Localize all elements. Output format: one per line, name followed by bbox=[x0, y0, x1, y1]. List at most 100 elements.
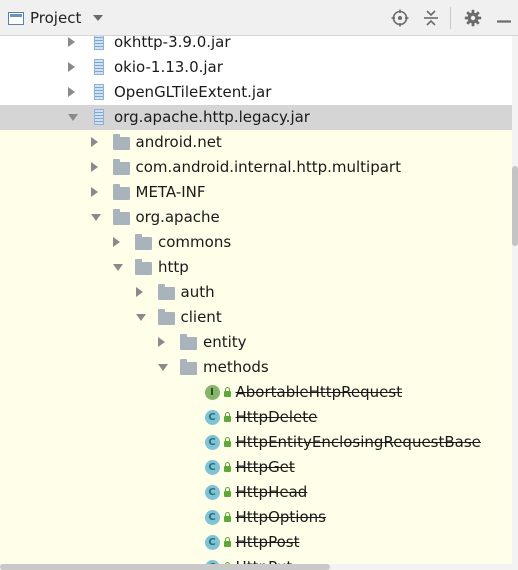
expand-arrow-down-icon[interactable] bbox=[90, 214, 101, 221]
hide-icon bbox=[497, 20, 511, 23]
jar-icon bbox=[94, 59, 104, 75]
project-tree[interactable]: okhttp-3.9.0.jar okio-1.13.0.jar OpenGLTil… bbox=[0, 36, 512, 566]
class-icon: C bbox=[204, 485, 220, 500]
tree-item-label: okio-1.13.0.jar bbox=[114, 58, 223, 76]
tree-row[interactable]: org.apache.http.legacy.jar bbox=[0, 105, 512, 130]
tree-item-label: okhttp-3.9.0.jar bbox=[114, 36, 231, 51]
tree-item-label: http bbox=[158, 258, 189, 276]
tree-row[interactable]: OpenGLTileExtent.jar bbox=[0, 80, 512, 105]
tree-item-label: client bbox=[180, 308, 222, 326]
gear-icon bbox=[464, 9, 482, 27]
tree-row[interactable]: http bbox=[0, 255, 512, 280]
horizontal-scrollbar-thumb[interactable] bbox=[0, 564, 330, 570]
expand-arrow-down-icon[interactable] bbox=[135, 314, 146, 321]
class-icon: C bbox=[204, 410, 220, 425]
tree-row[interactable]: org.apache bbox=[0, 205, 512, 230]
lock-icon bbox=[223, 387, 231, 397]
tree-row[interactable]: C HttpPost bbox=[0, 530, 512, 555]
jar-icon bbox=[94, 84, 104, 100]
tree-item-label: META-INF bbox=[135, 183, 206, 201]
tree-row[interactable]: android.net bbox=[0, 130, 512, 155]
tree-item-label: HttpPost bbox=[235, 533, 300, 551]
tree-item-label: HttpEntityEnclosingRequestBase bbox=[235, 433, 481, 451]
tree-row[interactable]: C HttpEntityEnclosingRequestBase bbox=[0, 430, 512, 455]
lock-icon bbox=[223, 487, 231, 497]
chevron-down-icon[interactable] bbox=[93, 15, 104, 21]
folder-icon bbox=[157, 284, 175, 300]
tree-item-label: commons bbox=[158, 233, 232, 251]
expand-arrow-right-icon[interactable] bbox=[90, 162, 98, 172]
lock-icon bbox=[223, 537, 231, 547]
folder-icon bbox=[157, 309, 175, 325]
folder-icon bbox=[112, 134, 130, 150]
tree-item-label: HttpDelete bbox=[235, 408, 318, 426]
class-icon: C bbox=[204, 510, 220, 525]
folder-icon bbox=[112, 184, 130, 200]
tree-item-label: HttpGet bbox=[235, 458, 295, 476]
jar-icon bbox=[94, 109, 104, 125]
tree-item-label: entity bbox=[203, 333, 247, 351]
expand-arrow-right-icon[interactable] bbox=[135, 287, 143, 297]
expand-arrow-down-icon[interactable] bbox=[68, 114, 78, 121]
tree-item-label: org.apache bbox=[135, 208, 220, 226]
tree-item-label: methods bbox=[203, 358, 269, 376]
lock-icon bbox=[223, 412, 231, 422]
expand-arrow-right-icon[interactable] bbox=[68, 87, 75, 97]
tree-row[interactable]: okio-1.13.0.jar bbox=[0, 55, 512, 80]
expand-arrow-down-icon[interactable] bbox=[113, 264, 123, 271]
tree-item-label: AbortableHttpRequest bbox=[235, 383, 403, 401]
tree-row[interactable]: client bbox=[0, 305, 512, 330]
tree-row[interactable]: C HttpOptions bbox=[0, 505, 512, 530]
project-view-selector[interactable]: Project bbox=[8, 0, 104, 36]
project-toolbar: Project bbox=[0, 0, 518, 36]
tree-row[interactable]: methods bbox=[0, 355, 512, 380]
vertical-scrollbar-thumb[interactable] bbox=[512, 166, 518, 246]
horizontal-scrollbar[interactable] bbox=[0, 564, 512, 570]
locate-icon bbox=[391, 9, 409, 27]
tree-row[interactable]: C HttpGet bbox=[0, 455, 512, 480]
settings-button[interactable] bbox=[459, 4, 487, 32]
expand-arrow-right-icon[interactable] bbox=[113, 237, 120, 247]
tree-row[interactable]: okhttp-3.9.0.jar bbox=[0, 36, 512, 55]
tree-item-label: auth bbox=[180, 283, 215, 301]
expand-arrow-right-icon[interactable] bbox=[158, 337, 165, 347]
folder-icon bbox=[112, 209, 130, 225]
tree-row[interactable]: C HttpDelete bbox=[0, 405, 512, 430]
locate-button[interactable] bbox=[386, 4, 414, 32]
tree-row[interactable]: META-INF bbox=[0, 180, 512, 205]
tree-row[interactable]: C HttpHead bbox=[0, 480, 512, 505]
tree-row[interactable]: com.android.internal.http.multipart bbox=[0, 155, 512, 180]
tree-item-label: HttpOptions bbox=[235, 508, 326, 526]
expand-arrow-right-icon[interactable] bbox=[90, 137, 98, 147]
tree-item-label: com.android.internal.http.multipart bbox=[135, 158, 401, 176]
tree-row[interactable]: entity bbox=[0, 330, 512, 355]
tree-row[interactable]: commons bbox=[0, 230, 512, 255]
folder-icon bbox=[180, 334, 197, 350]
tree-item-label: OpenGLTileExtent.jar bbox=[114, 83, 272, 101]
collapse-all-button[interactable] bbox=[417, 4, 445, 32]
lock-icon bbox=[223, 462, 231, 472]
tree-item-label: org.apache.http.legacy.jar bbox=[114, 108, 310, 126]
lock-icon bbox=[223, 512, 231, 522]
hide-panel-button[interactable] bbox=[490, 4, 518, 32]
expand-arrow-down-icon[interactable] bbox=[158, 364, 168, 371]
collapse-all-icon bbox=[424, 10, 438, 26]
tree-row[interactable]: auth bbox=[0, 280, 512, 305]
tree-item-label: android.net bbox=[135, 133, 222, 151]
class-icon: C bbox=[204, 460, 220, 475]
expand-arrow-right-icon[interactable] bbox=[68, 62, 75, 72]
vertical-scrollbar[interactable] bbox=[512, 36, 518, 570]
window-icon bbox=[8, 11, 24, 25]
lock-icon bbox=[223, 437, 231, 447]
expand-arrow-right-icon[interactable] bbox=[90, 187, 98, 197]
tree-row[interactable]: I AbortableHttpRequest bbox=[0, 380, 512, 405]
project-view-title: Project bbox=[30, 9, 82, 27]
folder-icon bbox=[180, 359, 197, 375]
class-icon: C bbox=[204, 435, 220, 450]
toolbar-separator bbox=[450, 7, 451, 29]
folder-icon bbox=[135, 234, 152, 250]
interface-icon: I bbox=[204, 385, 220, 400]
folder-icon bbox=[112, 159, 130, 175]
folder-icon bbox=[135, 259, 152, 275]
expand-arrow-right-icon[interactable] bbox=[68, 37, 75, 47]
